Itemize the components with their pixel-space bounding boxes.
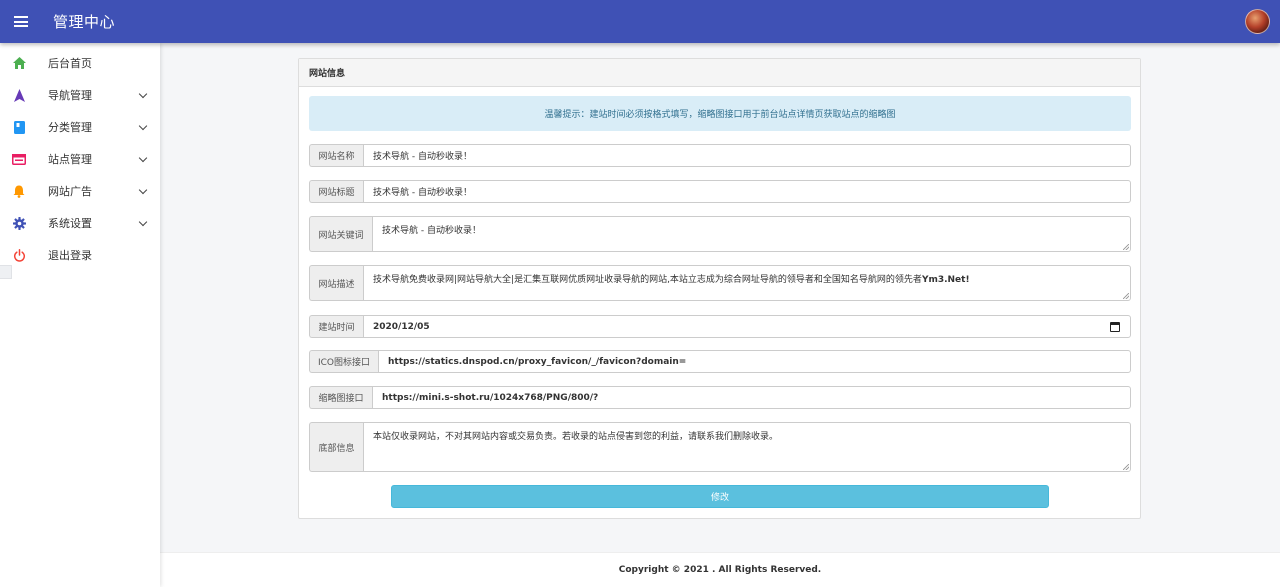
thumb-api-value: https://mini.s-shot.ru/1024x768/PNG/800/…: [382, 392, 599, 403]
resize-handle-icon[interactable]: [1123, 293, 1129, 299]
ico-api-input[interactable]: https://statics.dnspod.cn/proxy_favicon/…: [378, 350, 1131, 373]
site-title-group: 网站标题 技术导航 - 自动秒收录！: [309, 180, 1131, 203]
site-name-value: 技术导航 - 自动秒收录！: [373, 152, 472, 162]
footer-info-group: 底部信息 本站仅收录网站，不对其网站内容或交易负责。若收录的站点侵害到您的利益，…: [309, 422, 1131, 472]
gear-icon: [1, 216, 37, 230]
resize-handle-icon[interactable]: [1123, 244, 1129, 250]
top-app-bar: 管理中心: [0, 0, 1280, 43]
description-text: 技术导航免费收录网|网站导航大全|是汇集互联网优质网址收录导航的网站,本站立志成…: [373, 275, 922, 285]
build-date-input[interactable]: 2020/12/05: [363, 315, 1131, 338]
sidebar-item-label: 系统设置: [48, 217, 92, 230]
app-title: 管理中心: [53, 13, 116, 31]
site-name-label: 网站名称: [309, 144, 363, 167]
sidebar-item-settings[interactable]: 系统设置: [0, 207, 160, 239]
build-date-label: 建站时间: [309, 315, 363, 338]
chevron-down-icon[interactable]: [138, 217, 148, 227]
ico-api-group: ICO图标接口 https://statics.dnspod.cn/proxy_…: [309, 350, 1131, 373]
chevron-down-icon[interactable]: [138, 153, 148, 163]
sidebar-item-home[interactable]: 后台首页: [0, 47, 160, 79]
site-name-input[interactable]: 技术导航 - 自动秒收录！: [363, 144, 1131, 167]
footer-info-textarea[interactable]: 本站仅收录网站，不对其网站内容或交易负责。若收录的站点侵害到您的利益，请联系我们…: [363, 422, 1131, 472]
calendar-icon[interactable]: [1110, 322, 1120, 332]
keywords-label: 网站关键词: [309, 216, 372, 252]
chevron-down-icon[interactable]: [138, 185, 148, 195]
ico-api-label: ICO图标接口: [309, 350, 378, 373]
power-icon: [1, 248, 37, 262]
panel-heading: 网站信息: [299, 59, 1140, 87]
home-icon: [1, 57, 37, 69]
thumb-api-input[interactable]: https://mini.s-shot.ru/1024x768/PNG/800/…: [372, 386, 1131, 409]
description-label: 网站描述: [309, 265, 363, 301]
site-info-panel: 网站信息 温馨提示：建站时间必须按格式填写，缩略图接口用于前台站点详情页获取站点…: [298, 58, 1141, 519]
site-name-group: 网站名称 技术导航 - 自动秒收录！: [309, 144, 1131, 167]
site-title-label: 网站标题: [309, 180, 363, 203]
sidebar-item-label: 站点管理: [48, 153, 92, 166]
description-value: 技术导航免费收录网|网站导航大全|是汇集互联网优质网址收录导航的网站,本站立志成…: [373, 272, 970, 285]
build-date-value: 2020/12/05: [373, 321, 430, 332]
resize-handle-icon[interactable]: [1123, 464, 1129, 470]
description-group: 网站描述 技术导航免费收录网|网站导航大全|是汇集互联网优质网址收录导航的网站,…: [309, 265, 1131, 301]
user-avatar[interactable]: [1245, 9, 1270, 34]
thumb-api-group: 缩略图接口 https://mini.s-shot.ru/1024x768/PN…: [309, 386, 1131, 409]
ico-api-value: https://statics.dnspod.cn/proxy_favicon/…: [388, 356, 687, 367]
hamburger-menu-icon: [14, 16, 28, 27]
build-date-group: 建站时间 2020/12/05: [309, 315, 1131, 338]
menu-toggle-button[interactable]: [0, 0, 42, 43]
bell-icon: [1, 185, 37, 198]
thumb-api-label: 缩略图接口: [309, 386, 372, 409]
footer-info-value: 本站仅收录网站，不对其网站内容或交易负责。若收录的站点侵害到您的利益，请联系我们…: [373, 432, 779, 442]
chevron-down-icon[interactable]: [138, 121, 148, 131]
keywords-value: 技术导航 - 自动秒收录！: [382, 226, 481, 236]
sidebar-collapse-handle[interactable]: [0, 265, 12, 279]
sidebar-item-sites[interactable]: 站点管理: [0, 143, 160, 175]
sidebar-item-label: 退出登录: [48, 249, 92, 262]
sidebar: 后台首页 导航管理 分类管理 站点管理 网站广告 系统设置 退出登录: [0, 43, 160, 587]
site-title-input[interactable]: 技术导航 - 自动秒收录！: [363, 180, 1131, 203]
sidebar-item-label: 分类管理: [48, 121, 92, 134]
sidebar-item-logout[interactable]: 退出登录: [0, 239, 160, 271]
info-alert: 温馨提示：建站时间必须按格式填写，缩略图接口用于前台站点详情页获取站点的缩略图: [309, 96, 1131, 131]
navigation-arrow-icon: [1, 88, 37, 102]
sidebar-item-label: 网站广告: [48, 185, 92, 198]
sidebar-item-label: 后台首页: [48, 57, 92, 70]
web-window-icon: [1, 153, 37, 165]
description-textarea[interactable]: 技术导航免费收录网|网站导航大全|是汇集互联网优质网址收录导航的网站,本站立志成…: [363, 265, 1131, 301]
sidebar-item-label: 导航管理: [48, 89, 92, 102]
sidebar-item-navigation[interactable]: 导航管理: [0, 79, 160, 111]
keywords-textarea[interactable]: 技术导航 - 自动秒收录！: [372, 216, 1131, 252]
submit-button[interactable]: 修改: [391, 485, 1049, 508]
book-icon: [1, 120, 37, 134]
footer-info-label: 底部信息: [309, 422, 363, 472]
keywords-group: 网站关键词 技术导航 - 自动秒收录！: [309, 216, 1131, 252]
site-title-value: 技术导航 - 自动秒收录！: [373, 188, 472, 198]
description-bold-text: Ym3.Net!: [921, 275, 970, 285]
sidebar-item-categories[interactable]: 分类管理: [0, 111, 160, 143]
chevron-down-icon[interactable]: [138, 89, 148, 99]
sidebar-item-ads[interactable]: 网站广告: [0, 175, 160, 207]
copyright-footer: Copyright © 2021 . All Rights Reserved.: [160, 552, 1280, 587]
